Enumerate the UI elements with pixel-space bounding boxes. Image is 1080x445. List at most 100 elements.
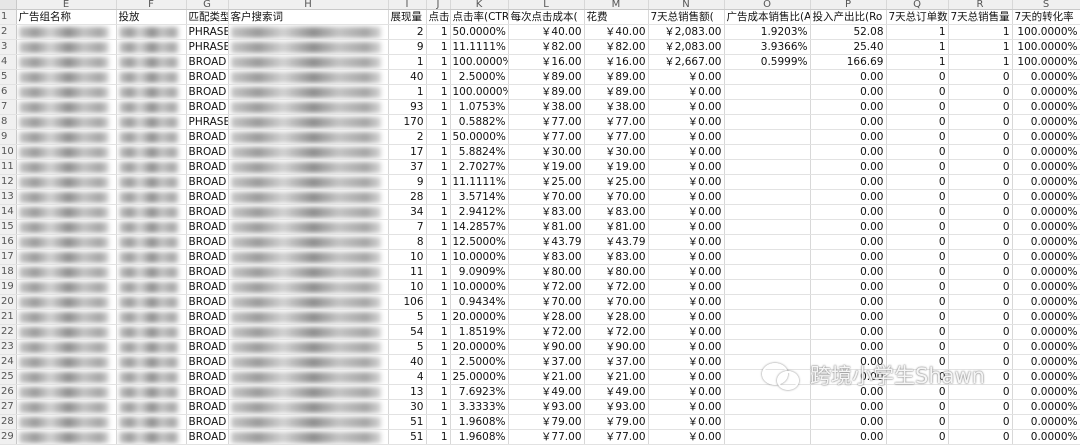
clk-cell[interactable]: 1 xyxy=(426,84,451,100)
cpc-cell[interactable]: ￥93.00 xyxy=(508,399,585,415)
cpc-cell[interactable]: ￥89.00 xyxy=(508,84,585,100)
roas-cell[interactable]: 0.00 xyxy=(810,414,887,430)
ad-group-name-cell[interactable] xyxy=(16,114,117,130)
ad-group-name-cell[interactable] xyxy=(16,324,117,340)
orders-cell[interactable]: 0 xyxy=(886,84,949,100)
row-header[interactable]: 25 xyxy=(0,369,17,385)
imp-cell[interactable]: 51 xyxy=(388,414,427,430)
ad-group-name-cell[interactable] xyxy=(16,384,117,400)
search-term-cell[interactable] xyxy=(228,279,389,295)
row-header[interactable]: 7 xyxy=(0,99,17,115)
header-cell[interactable]: 投放 xyxy=(116,9,187,25)
search-term-cell[interactable] xyxy=(228,324,389,340)
search-term-cell[interactable] xyxy=(228,144,389,160)
targeting-cell[interactable] xyxy=(116,159,187,175)
roas-cell[interactable]: 0.00 xyxy=(810,204,887,220)
units-cell[interactable]: 0 xyxy=(948,69,1013,85)
column-header-s[interactable]: S xyxy=(1012,0,1080,10)
search-term-cell[interactable] xyxy=(228,114,389,130)
match-type-cell[interactable]: PHRASE xyxy=(186,39,229,55)
targeting-cell[interactable] xyxy=(116,324,187,340)
acos-cell[interactable] xyxy=(724,69,811,85)
orders-cell[interactable]: 0 xyxy=(886,294,949,310)
conv-cell[interactable]: 0.0000% xyxy=(1012,309,1080,325)
row-header[interactable]: 16 xyxy=(0,234,17,250)
targeting-cell[interactable] xyxy=(116,249,187,265)
row-header[interactable]: 29 xyxy=(0,429,17,445)
conv-cell[interactable]: 0.0000% xyxy=(1012,159,1080,175)
sales-cell[interactable]: ￥0.00 xyxy=(648,144,725,160)
conv-cell[interactable]: 0.0000% xyxy=(1012,324,1080,340)
header-cell[interactable]: 广告组名称 xyxy=(16,9,117,25)
units-cell[interactable]: 0 xyxy=(948,309,1013,325)
roas-cell[interactable]: 166.69 xyxy=(810,54,887,70)
conv-cell[interactable]: 0.0000% xyxy=(1012,264,1080,280)
select-all-corner[interactable] xyxy=(0,0,17,10)
search-term-cell[interactable] xyxy=(228,249,389,265)
spend-cell[interactable]: ￥38.00 xyxy=(584,99,649,115)
match-type-cell[interactable]: BROAD xyxy=(186,294,229,310)
units-cell[interactable]: 0 xyxy=(948,234,1013,250)
spend-cell[interactable]: ￥77.00 xyxy=(584,129,649,145)
match-type-cell[interactable]: BROAD xyxy=(186,159,229,175)
units-cell[interactable]: 0 xyxy=(948,219,1013,235)
acos-cell[interactable] xyxy=(724,84,811,100)
header-cell[interactable]: 7天总销售额( xyxy=(648,9,725,25)
ad-group-name-cell[interactable] xyxy=(16,264,117,280)
column-header-h[interactable]: H xyxy=(228,0,389,10)
cpc-cell[interactable]: ￥83.00 xyxy=(508,204,585,220)
clk-cell[interactable]: 1 xyxy=(426,339,451,355)
match-type-cell[interactable]: BROAD xyxy=(186,279,229,295)
roas-cell[interactable]: 25.40 xyxy=(810,39,887,55)
roas-cell[interactable]: 0.00 xyxy=(810,399,887,415)
search-term-cell[interactable] xyxy=(228,54,389,70)
ctr-cell[interactable]: 11.1111% xyxy=(450,174,509,190)
ctr-cell[interactable]: 20.0000% xyxy=(450,339,509,355)
targeting-cell[interactable] xyxy=(116,24,187,40)
ctr-cell[interactable]: 50.0000% xyxy=(450,24,509,40)
imp-cell[interactable]: 51 xyxy=(388,429,427,445)
search-term-cell[interactable] xyxy=(228,69,389,85)
ad-group-name-cell[interactable] xyxy=(16,159,117,175)
ctr-cell[interactable]: 9.0909% xyxy=(450,264,509,280)
sales-cell[interactable]: ￥0.00 xyxy=(648,204,725,220)
spend-cell[interactable]: ￥70.00 xyxy=(584,294,649,310)
sales-cell[interactable]: ￥2,083.00 xyxy=(648,24,725,40)
row-header[interactable]: 3 xyxy=(0,39,17,55)
conv-cell[interactable]: 0.0000% xyxy=(1012,249,1080,265)
targeting-cell[interactable] xyxy=(116,54,187,70)
acos-cell[interactable] xyxy=(724,429,811,445)
ad-group-name-cell[interactable] xyxy=(16,429,117,445)
search-term-cell[interactable] xyxy=(228,264,389,280)
imp-cell[interactable]: 40 xyxy=(388,354,427,370)
ad-group-name-cell[interactable] xyxy=(16,204,117,220)
clk-cell[interactable]: 1 xyxy=(426,174,451,190)
conv-cell[interactable]: 0.0000% xyxy=(1012,114,1080,130)
spend-cell[interactable]: ￥77.00 xyxy=(584,429,649,445)
units-cell[interactable]: 0 xyxy=(948,249,1013,265)
row-header[interactable]: 23 xyxy=(0,339,17,355)
ad-group-name-cell[interactable] xyxy=(16,24,117,40)
ctr-cell[interactable]: 10.0000% xyxy=(450,279,509,295)
ctr-cell[interactable]: 3.5714% xyxy=(450,189,509,205)
spend-cell[interactable]: ￥21.00 xyxy=(584,369,649,385)
conv-cell[interactable]: 0.0000% xyxy=(1012,189,1080,205)
orders-cell[interactable]: 0 xyxy=(886,399,949,415)
match-type-cell[interactable]: BROAD xyxy=(186,324,229,340)
spend-cell[interactable]: ￥70.00 xyxy=(584,189,649,205)
match-type-cell[interactable]: BROAD xyxy=(186,264,229,280)
roas-cell[interactable]: 0.00 xyxy=(810,219,887,235)
match-type-cell[interactable]: BROAD xyxy=(186,174,229,190)
targeting-cell[interactable] xyxy=(116,99,187,115)
header-cell[interactable]: 点击率(CTR) xyxy=(450,9,509,25)
search-term-cell[interactable] xyxy=(228,39,389,55)
sales-cell[interactable]: ￥0.00 xyxy=(648,279,725,295)
acos-cell[interactable] xyxy=(724,309,811,325)
sales-cell[interactable]: ￥0.00 xyxy=(648,264,725,280)
sales-cell[interactable]: ￥0.00 xyxy=(648,129,725,145)
conv-cell[interactable]: 0.0000% xyxy=(1012,399,1080,415)
ctr-cell[interactable]: 2.5000% xyxy=(450,354,509,370)
match-type-cell[interactable]: BROAD xyxy=(186,234,229,250)
clk-cell[interactable]: 1 xyxy=(426,114,451,130)
search-term-cell[interactable] xyxy=(228,294,389,310)
